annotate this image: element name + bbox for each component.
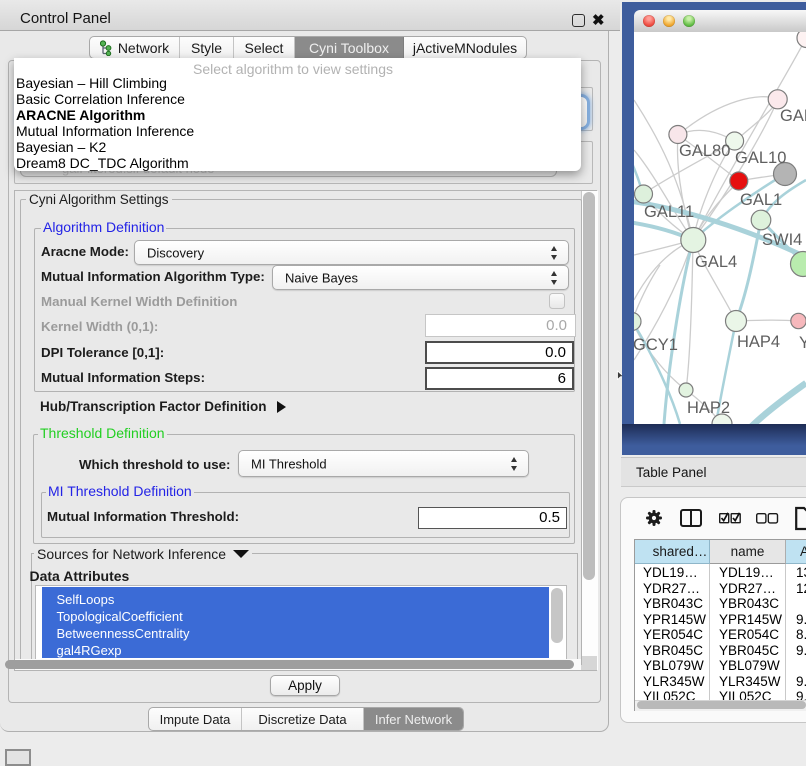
svg-text:GAL1: GAL1 [740,191,782,209]
svg-text:Y: Y [799,334,806,352]
svg-text:GAL4: GAL4 [695,253,737,271]
svg-text:HAP4: HAP4 [737,333,780,351]
svg-text:HAP2: HAP2 [687,399,730,417]
svg-text:GAL11: GAL11 [644,203,694,221]
svg-text:GCY1: GCY1 [634,336,678,354]
svg-text:GAL10: GAL10 [735,149,786,167]
svg-text:GAL: GAL [780,107,806,125]
svg-text:SWI4: SWI4 [762,231,802,249]
svg-text:GAL80: GAL80 [679,142,730,160]
